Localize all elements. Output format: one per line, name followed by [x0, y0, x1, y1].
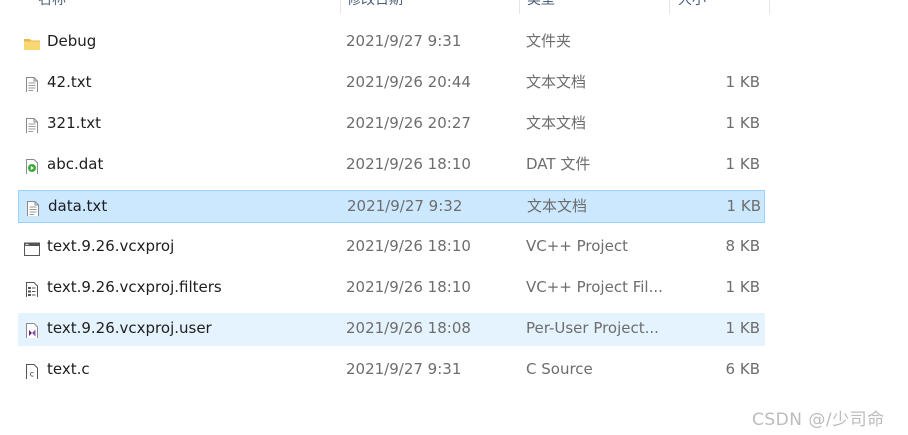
- file-row[interactable]: data.txt 2021/9/27 9:32 文本文档 1 KB: [18, 190, 765, 223]
- watermark: CSDN @/少司命: [752, 410, 885, 430]
- file-row[interactable]: 321.txt 2021/9/26 20:27 文本文档 1 KB: [18, 108, 765, 141]
- column-header-bar: 名称 修改日期 类型 大小: [0, 0, 908, 14]
- file-type: 文本文档: [526, 73, 587, 91]
- file-type: 文本文档: [526, 114, 587, 132]
- file-type: 文本文档: [527, 197, 588, 215]
- file-name: 42.txt: [47, 73, 92, 91]
- file-size: 1 KB: [725, 278, 760, 296]
- file-name: Debug: [47, 32, 97, 50]
- filters-file-icon: [23, 279, 41, 297]
- file-row[interactable]: 42.txt 2021/9/26 20:44 文本文档 1 KB: [18, 67, 765, 100]
- file-row[interactable]: text.9.26.vcxproj 2021/9/26 18:10 VC++ Pro…: [18, 231, 765, 264]
- file-row[interactable]: abc.dat 2021/9/26 18:10 DAT 文件 1 KB: [18, 149, 765, 182]
- folder-icon: [23, 33, 41, 51]
- file-date-modified: 2021/9/26 20:44: [346, 73, 471, 91]
- text-file-icon: [23, 74, 41, 92]
- c-source-file-icon: c: [23, 361, 41, 379]
- column-header-name[interactable]: 名称: [38, 0, 66, 14]
- file-date-modified: 2021/9/27 9:31: [346, 360, 462, 378]
- file-size: 1 KB: [725, 319, 760, 337]
- file-date-modified: 2021/9/27 9:31: [346, 32, 462, 50]
- file-size: 1 KB: [725, 114, 760, 132]
- file-size: 1 KB: [726, 197, 761, 215]
- file-name: text.9.26.vcxproj.user: [47, 319, 212, 337]
- file-type: 文件夹: [526, 32, 572, 50]
- text-file-icon: [24, 198, 42, 216]
- file-date-modified: 2021/9/26 18:10: [346, 237, 471, 255]
- file-type: VC++ Project: [526, 237, 628, 255]
- file-row[interactable]: Debug 2021/9/27 9:31 文件夹: [18, 26, 765, 59]
- file-type: C Source: [526, 360, 593, 378]
- file-name: text.9.26.vcxproj.filters: [47, 278, 222, 296]
- file-type: VC++ Project Fil...: [526, 278, 663, 296]
- file-size: 1 KB: [725, 73, 760, 91]
- file-date-modified: 2021/9/26 18:08: [346, 319, 471, 337]
- file-size: 6 KB: [725, 360, 760, 378]
- text-file-icon: [23, 115, 41, 133]
- file-type: Per-User Project...: [526, 319, 659, 337]
- vcxproj-file-icon: [23, 238, 41, 256]
- column-divider[interactable]: [519, 0, 520, 14]
- column-divider[interactable]: [340, 0, 341, 14]
- file-size: [668, 26, 760, 57]
- file-name: text.c: [47, 360, 90, 378]
- media-file-icon: [23, 156, 41, 174]
- file-date-modified: 2021/9/26 20:27: [346, 114, 471, 132]
- column-header-date-modified[interactable]: 修改日期: [347, 0, 403, 14]
- file-type: DAT 文件: [526, 155, 591, 173]
- column-divider[interactable]: [669, 0, 670, 14]
- file-row[interactable]: text.9.26.vcxproj.filters 2021/9/26 18:10…: [18, 272, 765, 305]
- file-date-modified: 2021/9/26 18:10: [346, 155, 471, 173]
- file-name: text.9.26.vcxproj: [47, 237, 175, 255]
- vs-user-file-icon: [23, 320, 41, 338]
- file-size: 1 KB: [725, 155, 760, 173]
- file-name: data.txt: [48, 197, 108, 215]
- file-name: 321.txt: [47, 114, 102, 132]
- file-row[interactable]: text.9.26.vcxproj.user 2021/9/26 18:08 Per…: [18, 313, 765, 346]
- file-size: 8 KB: [725, 237, 760, 255]
- svg-text:c: c: [30, 370, 34, 379]
- column-header-size[interactable]: 大小: [678, 0, 706, 14]
- file-row[interactable]: c text.c 2021/9/27 9:31 C Source 6 KB: [18, 354, 765, 387]
- column-divider[interactable]: [769, 0, 770, 14]
- column-header-type[interactable]: 类型: [527, 0, 555, 14]
- file-date-modified: 2021/9/26 18:10: [346, 278, 471, 296]
- file-name: abc.dat: [47, 155, 104, 173]
- file-date-modified: 2021/9/27 9:32: [347, 197, 463, 215]
